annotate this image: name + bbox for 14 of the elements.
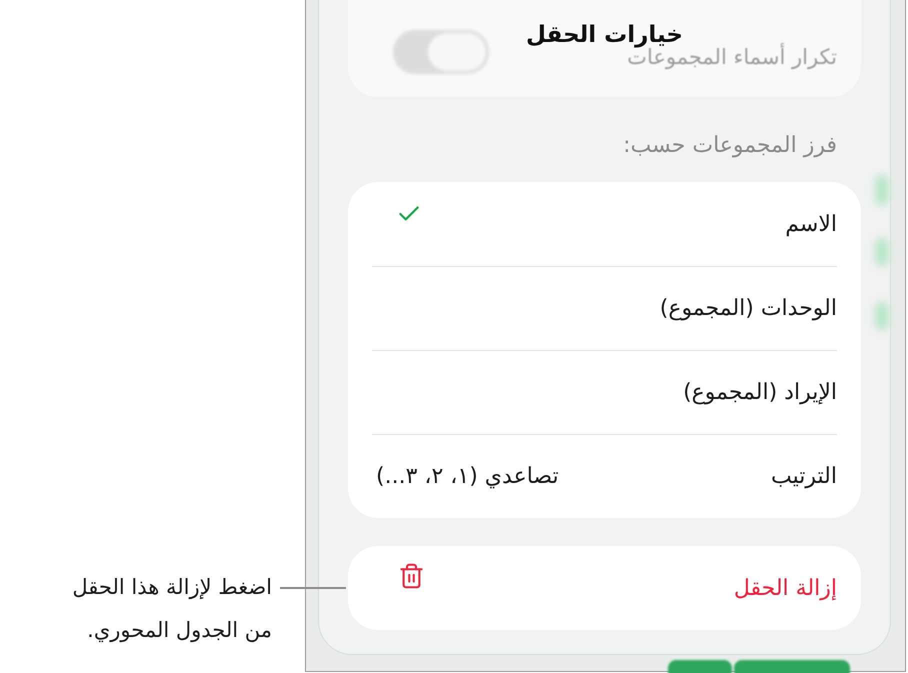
sort-order-value[interactable]: تصاعدي (١، ٢، ٣...) xyxy=(376,460,559,493)
blurred-shape xyxy=(875,238,889,266)
sort-option[interactable]: الوحدات (المجموع) xyxy=(372,266,837,350)
toggle-switch[interactable] xyxy=(393,30,489,74)
sort-order-label: الترتيب xyxy=(771,463,837,491)
leader-line xyxy=(280,587,346,589)
blurred-shape xyxy=(875,175,889,205)
trash-icon xyxy=(398,562,425,590)
blurred-shape xyxy=(875,302,889,330)
sort-option[interactable]: الاسم xyxy=(372,182,837,266)
sort-option[interactable]: الإيراد (المجموع) xyxy=(372,350,837,434)
section-heading: فرز المجموعات حسب: xyxy=(622,132,838,160)
callout-text: اضغط لإزالة هذا الحقل من الجدول المحوري. xyxy=(71,574,272,644)
remove-field-button[interactable]: إزالة الحقل xyxy=(348,546,861,630)
